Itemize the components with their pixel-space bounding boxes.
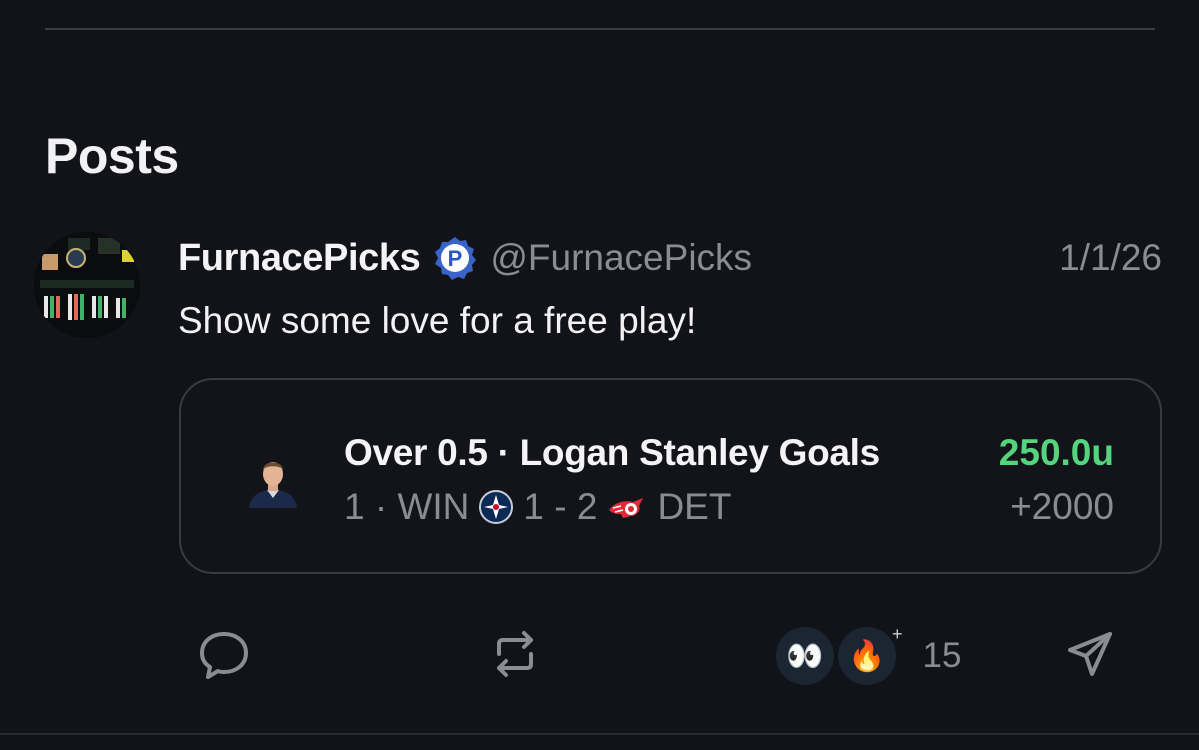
reaction-fire[interactable]: 🔥: [838, 627, 896, 685]
pick-result: 1 · WIN: [344, 486, 470, 527]
pick-opponent: DET: [657, 486, 732, 527]
add-reaction-icon[interactable]: +: [892, 624, 903, 645]
reactions-bar[interactable]: 👀 🔥 + 15: [776, 624, 962, 686]
verified-badge-icon: P: [435, 237, 477, 280]
author-name[interactable]: FurnacePicks: [178, 237, 421, 280]
reaction-count: 15: [922, 636, 962, 675]
avatar-image: [34, 232, 140, 338]
bottom-divider: [0, 733, 1199, 735]
top-divider: [45, 28, 1155, 30]
author-handle[interactable]: @FurnacePicks: [490, 237, 752, 279]
post-author-row: FurnacePicks P @FurnacePicks: [178, 232, 752, 284]
pick-title: Over 0.5 · Logan Stanley Goals: [344, 432, 880, 473]
red-wings-logo-icon: [609, 498, 644, 518]
jets-logo-icon: [479, 490, 514, 524]
pick-units: 250.0u: [998, 432, 1114, 473]
repost-icon[interactable]: [491, 628, 539, 680]
pick-result-line: 1 · WIN 1 - 2 DET: [344, 484, 731, 530]
comment-bubble-icon[interactable]: [199, 630, 249, 680]
section-title: Posts: [45, 128, 179, 184]
reaction-eyes[interactable]: 👀: [776, 627, 834, 685]
verified-badge-letter: P: [448, 246, 463, 271]
post-text: Show some love for a free play!: [178, 300, 697, 341]
pick-odds: +2000: [1010, 486, 1114, 527]
player-headshot: [249, 462, 297, 508]
pick-score: 1 - 2: [523, 486, 598, 527]
send-icon[interactable]: [1066, 630, 1114, 678]
pick-card[interactable]: Over 0.5 · Logan Stanley Goals 1 · WIN 1…: [179, 378, 1162, 574]
post-date: 1/1/26: [1059, 237, 1162, 278]
author-avatar[interactable]: [34, 232, 140, 338]
